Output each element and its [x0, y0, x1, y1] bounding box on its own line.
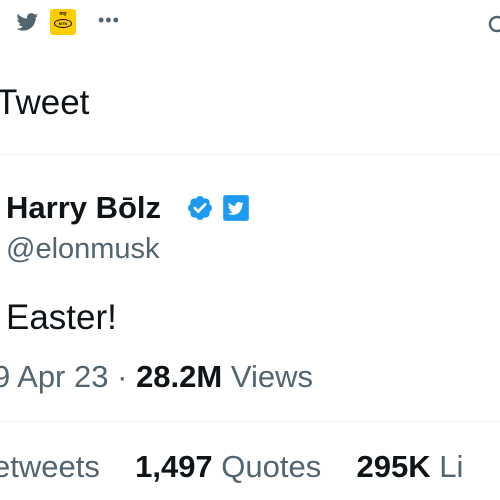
- twitter-badge-icon[interactable]: [222, 194, 250, 222]
- retweets-label[interactable]: etweets: [0, 449, 100, 484]
- mtn-icon-text-top: my: [59, 11, 67, 17]
- likes-label[interactable]: Li: [439, 449, 463, 484]
- more-dots-icon: •••: [98, 10, 120, 30]
- tweet-stats: etweets 1,497 Quotes 295K Li: [0, 449, 463, 485]
- page-title: Tweet: [0, 83, 90, 122]
- views-label: Views: [230, 359, 313, 394]
- mtn-app-icon: my MTN: [50, 9, 76, 35]
- author-handle[interactable]: @elonmusk: [6, 232, 160, 266]
- tweet-date[interactable]: 9 Apr 23: [0, 359, 108, 394]
- author-name[interactable]: Harry Bōlz: [6, 190, 161, 226]
- quotes-label[interactable]: Quotes: [221, 449, 321, 484]
- quotes-count[interactable]: 1,497: [135, 449, 213, 484]
- mtn-icon-text-bottom: MTN: [58, 21, 68, 26]
- header-divider: [0, 154, 500, 155]
- tweet-text: Easter!: [6, 298, 117, 337]
- meta-divider: [0, 421, 500, 422]
- meta-separator: ·: [117, 359, 128, 394]
- views-count: 28.2M: [136, 359, 223, 394]
- twitter-bird-icon: [16, 13, 39, 31]
- likes-count[interactable]: 295K: [357, 449, 431, 484]
- verified-badge-icon[interactable]: [186, 194, 214, 222]
- tweet-meta: 9 Apr 23 · 28.2M Views: [0, 359, 313, 395]
- status-bar: my MTN •••: [0, 0, 500, 46]
- partial-icon: [488, 15, 500, 33]
